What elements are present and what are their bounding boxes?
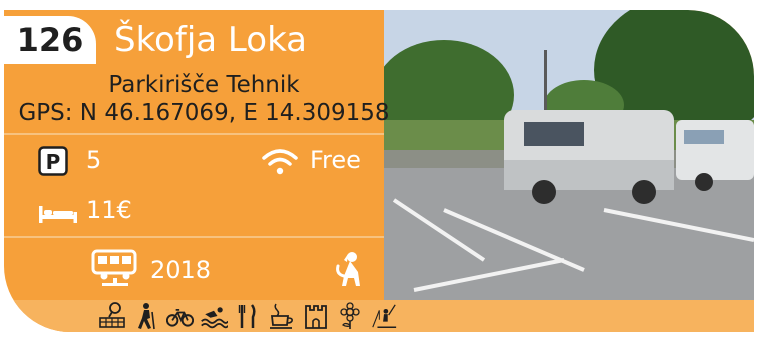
castle-icon <box>302 302 330 330</box>
amenities-row <box>98 302 398 330</box>
wifi-status: Free <box>310 146 361 174</box>
photo-illustration <box>384 10 754 300</box>
cycling-icon <box>166 302 194 330</box>
parking-spots: 5 <box>86 146 102 174</box>
fishing-icon <box>370 302 398 330</box>
flower-icon <box>336 302 364 330</box>
location-photo <box>384 10 754 300</box>
dog-icon <box>336 252 360 286</box>
price: 11€ <box>86 196 132 224</box>
svg-text:P: P <box>46 150 61 174</box>
hiking-icon <box>132 302 160 330</box>
divider <box>4 133 384 135</box>
year: 2018 <box>150 256 212 284</box>
gps-coordinates: GPS: N 46.167069, E 14.309158 <box>18 100 390 126</box>
location-card: 126 Škofja Loka Parkirišče Tehnik GPS: N… <box>4 10 754 332</box>
place-name: Parkirišče Tehnik <box>108 72 300 98</box>
restaurant-icon <box>234 302 262 330</box>
swimming-icon <box>200 302 228 330</box>
cafe-icon <box>268 302 296 330</box>
parking-icon: P <box>38 146 68 176</box>
bed-icon <box>39 206 77 223</box>
city-name: Škofja Loka <box>114 20 307 60</box>
tennis-icon <box>98 302 126 330</box>
campervan-icon <box>91 249 137 286</box>
divider <box>4 236 384 238</box>
wifi-icon <box>262 149 298 175</box>
site-number-badge: 126 <box>4 16 96 64</box>
